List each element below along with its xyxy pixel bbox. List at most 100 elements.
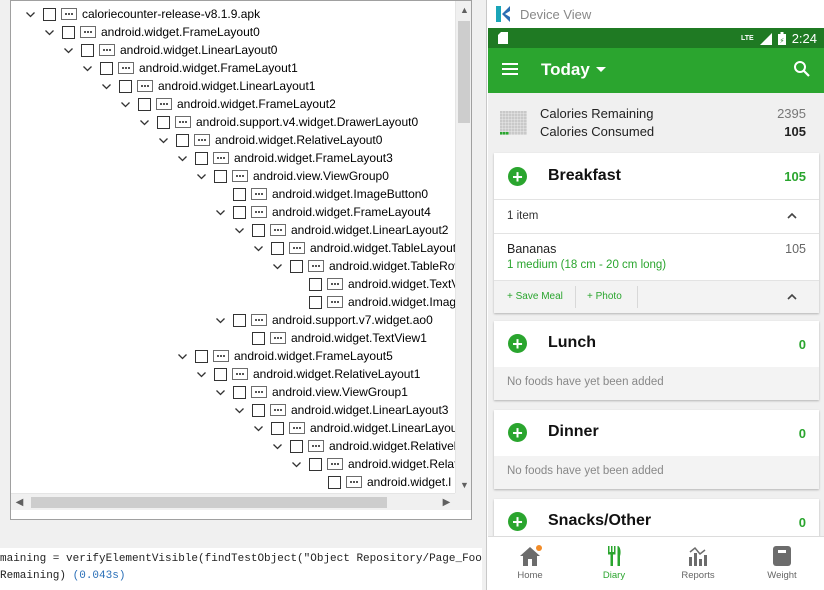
tree-node[interactable]: caloriecounter-release-v8.1.9.apk: [25, 5, 260, 23]
add-breakfast-button[interactable]: +: [508, 167, 527, 186]
node-checkbox[interactable]: [138, 97, 151, 111]
expand-chevron-icon[interactable]: [272, 441, 283, 452]
expand-chevron-icon[interactable]: [25, 9, 36, 20]
item-count-row[interactable]: 1 item: [494, 199, 819, 233]
tree-node[interactable]: android.widget.FrameLayout3: [177, 149, 393, 167]
tree-node[interactable]: android.widget.FrameLayout2: [120, 95, 336, 113]
search-icon[interactable]: [793, 60, 811, 78]
tree-node[interactable]: android.widget.FrameLayout1: [82, 59, 298, 77]
nav-home[interactable]: Home: [488, 537, 572, 590]
scroll-down-icon[interactable]: ▼: [456, 476, 471, 493]
node-checkbox[interactable]: [271, 421, 284, 435]
expand-chevron-icon[interactable]: [234, 225, 245, 236]
expand-chevron-icon[interactable]: [120, 99, 131, 110]
node-checkbox[interactable]: [252, 223, 265, 237]
add-dinner-button[interactable]: +: [508, 423, 527, 442]
expand-chevron-icon[interactable]: [177, 153, 188, 164]
node-checkbox[interactable]: [233, 313, 246, 327]
tree-node[interactable]: android.widget.FrameLayout4: [215, 203, 431, 221]
expand-chevron-icon[interactable]: [215, 387, 226, 398]
expand-chevron-icon[interactable]: [63, 45, 74, 56]
expand-chevron-icon[interactable]: [291, 459, 302, 470]
tree-node[interactable]: android.widget.l: [310, 473, 451, 491]
breakfast-header[interactable]: + Breakfast 105: [494, 153, 819, 199]
expand-chevron-icon[interactable]: [196, 171, 207, 182]
expand-chevron-icon[interactable]: [44, 27, 55, 38]
node-checkbox[interactable]: [157, 115, 170, 129]
food-entry-row[interactable]: Bananas 105 1 medium (18 cm - 20 cm long…: [494, 233, 819, 280]
node-checkbox[interactable]: [195, 151, 208, 165]
node-checkbox[interactable]: [233, 385, 246, 399]
add-snacks-button[interactable]: +: [508, 512, 527, 531]
lunch-header[interactable]: + Lunch 0: [494, 321, 819, 367]
expand-chevron-icon[interactable]: [101, 81, 112, 92]
tree-node[interactable]: android.widget.Relat: [291, 455, 455, 473]
tree-node[interactable]: android.widget.Imag: [291, 293, 455, 311]
expand-chevron-icon[interactable]: [196, 369, 207, 380]
date-selector-title[interactable]: Today: [541, 60, 590, 80]
expand-chevron-icon[interactable]: [177, 351, 188, 362]
expand-chevron-icon[interactable]: [253, 423, 264, 434]
expand-chevron-icon[interactable]: [253, 243, 264, 254]
node-checkbox[interactable]: [328, 475, 341, 489]
node-checkbox[interactable]: [81, 43, 94, 57]
scroll-up-icon[interactable]: ▲: [456, 1, 471, 18]
tree-node[interactable]: android.widget.ImageButton0: [215, 185, 428, 203]
tree-node[interactable]: android.widget.LinearLayout2: [234, 221, 448, 239]
node-checkbox[interactable]: [119, 79, 132, 93]
save-meal-button[interactable]: + Save Meal: [507, 291, 563, 302]
expand-chevron-icon[interactable]: [215, 315, 226, 326]
node-checkbox[interactable]: [271, 241, 284, 255]
tree-node[interactable]: android.widget.RelativeLayout1: [196, 365, 420, 383]
scroll-right-icon[interactable]: ▶: [438, 494, 455, 511]
node-checkbox[interactable]: [214, 367, 227, 381]
nav-weight[interactable]: Weight: [740, 537, 824, 590]
tree-node[interactable]: android.widget.LinearLayout0: [63, 41, 277, 59]
nav-diary[interactable]: Diary: [572, 537, 656, 590]
vertical-scroll-thumb[interactable]: [458, 21, 470, 123]
node-checkbox[interactable]: [100, 61, 113, 75]
tree-node[interactable]: android.widget.TextV: [291, 275, 455, 293]
node-checkbox[interactable]: [309, 295, 322, 309]
tree-node[interactable]: android.widget.FrameLayout5: [177, 347, 393, 365]
scroll-left-icon[interactable]: ◀: [11, 494, 28, 511]
node-checkbox[interactable]: [309, 277, 322, 291]
expand-chevron-icon[interactable]: [82, 63, 93, 74]
add-photo-button[interactable]: + Photo: [587, 291, 622, 302]
tree-node[interactable]: android.support.v7.widget.ao0: [215, 311, 433, 329]
node-checkbox[interactable]: [290, 439, 303, 453]
chevron-up-icon[interactable]: [787, 211, 797, 221]
chevron-up-icon[interactable]: [787, 292, 797, 302]
node-checkbox[interactable]: [43, 7, 56, 21]
tree-node[interactable]: android.widget.LinearLayou: [253, 419, 455, 437]
tree-node[interactable]: android.view.ViewGroup1: [215, 383, 408, 401]
horizontal-scroll-thumb[interactable]: [31, 497, 387, 508]
expand-chevron-icon[interactable]: [139, 117, 150, 128]
tree-node[interactable]: android.view.ViewGroup0: [196, 167, 389, 185]
chevron-down-icon[interactable]: [596, 67, 606, 72]
expand-chevron-icon[interactable]: [272, 261, 283, 272]
node-checkbox[interactable]: [176, 133, 189, 147]
node-checkbox[interactable]: [252, 403, 265, 417]
expand-chevron-icon[interactable]: [234, 405, 245, 416]
horizontal-scrollbar[interactable]: ◀ ▶: [11, 493, 455, 510]
add-lunch-button[interactable]: +: [508, 334, 527, 353]
tree-node[interactable]: android.widget.LinearLayout3: [234, 401, 448, 419]
tree-node[interactable]: android.widget.TextView1: [234, 329, 427, 347]
tree-node[interactable]: android.widget.TableRow: [272, 257, 455, 275]
node-checkbox[interactable]: [233, 205, 246, 219]
node-checkbox[interactable]: [62, 25, 75, 39]
hamburger-menu-icon[interactable]: [502, 62, 518, 76]
vertical-scrollbar[interactable]: ▲ ▼: [455, 1, 471, 493]
calorie-summary[interactable]: Calories Remaining 2395 Calories Consume…: [488, 93, 824, 149]
expand-chevron-icon[interactable]: [158, 135, 169, 146]
node-checkbox[interactable]: [290, 259, 303, 273]
node-checkbox[interactable]: [233, 187, 246, 201]
tree-node[interactable]: android.widget.FrameLayout0: [44, 23, 260, 41]
tree-node[interactable]: android.support.v4.widget.DrawerLayout0: [139, 113, 418, 131]
node-checkbox[interactable]: [214, 169, 227, 183]
tree-node[interactable]: android.widget.Relativel: [272, 437, 455, 455]
tree-node[interactable]: android.widget.TableLayout: [253, 239, 455, 257]
node-checkbox[interactable]: [195, 349, 208, 363]
node-checkbox[interactable]: [309, 457, 322, 471]
